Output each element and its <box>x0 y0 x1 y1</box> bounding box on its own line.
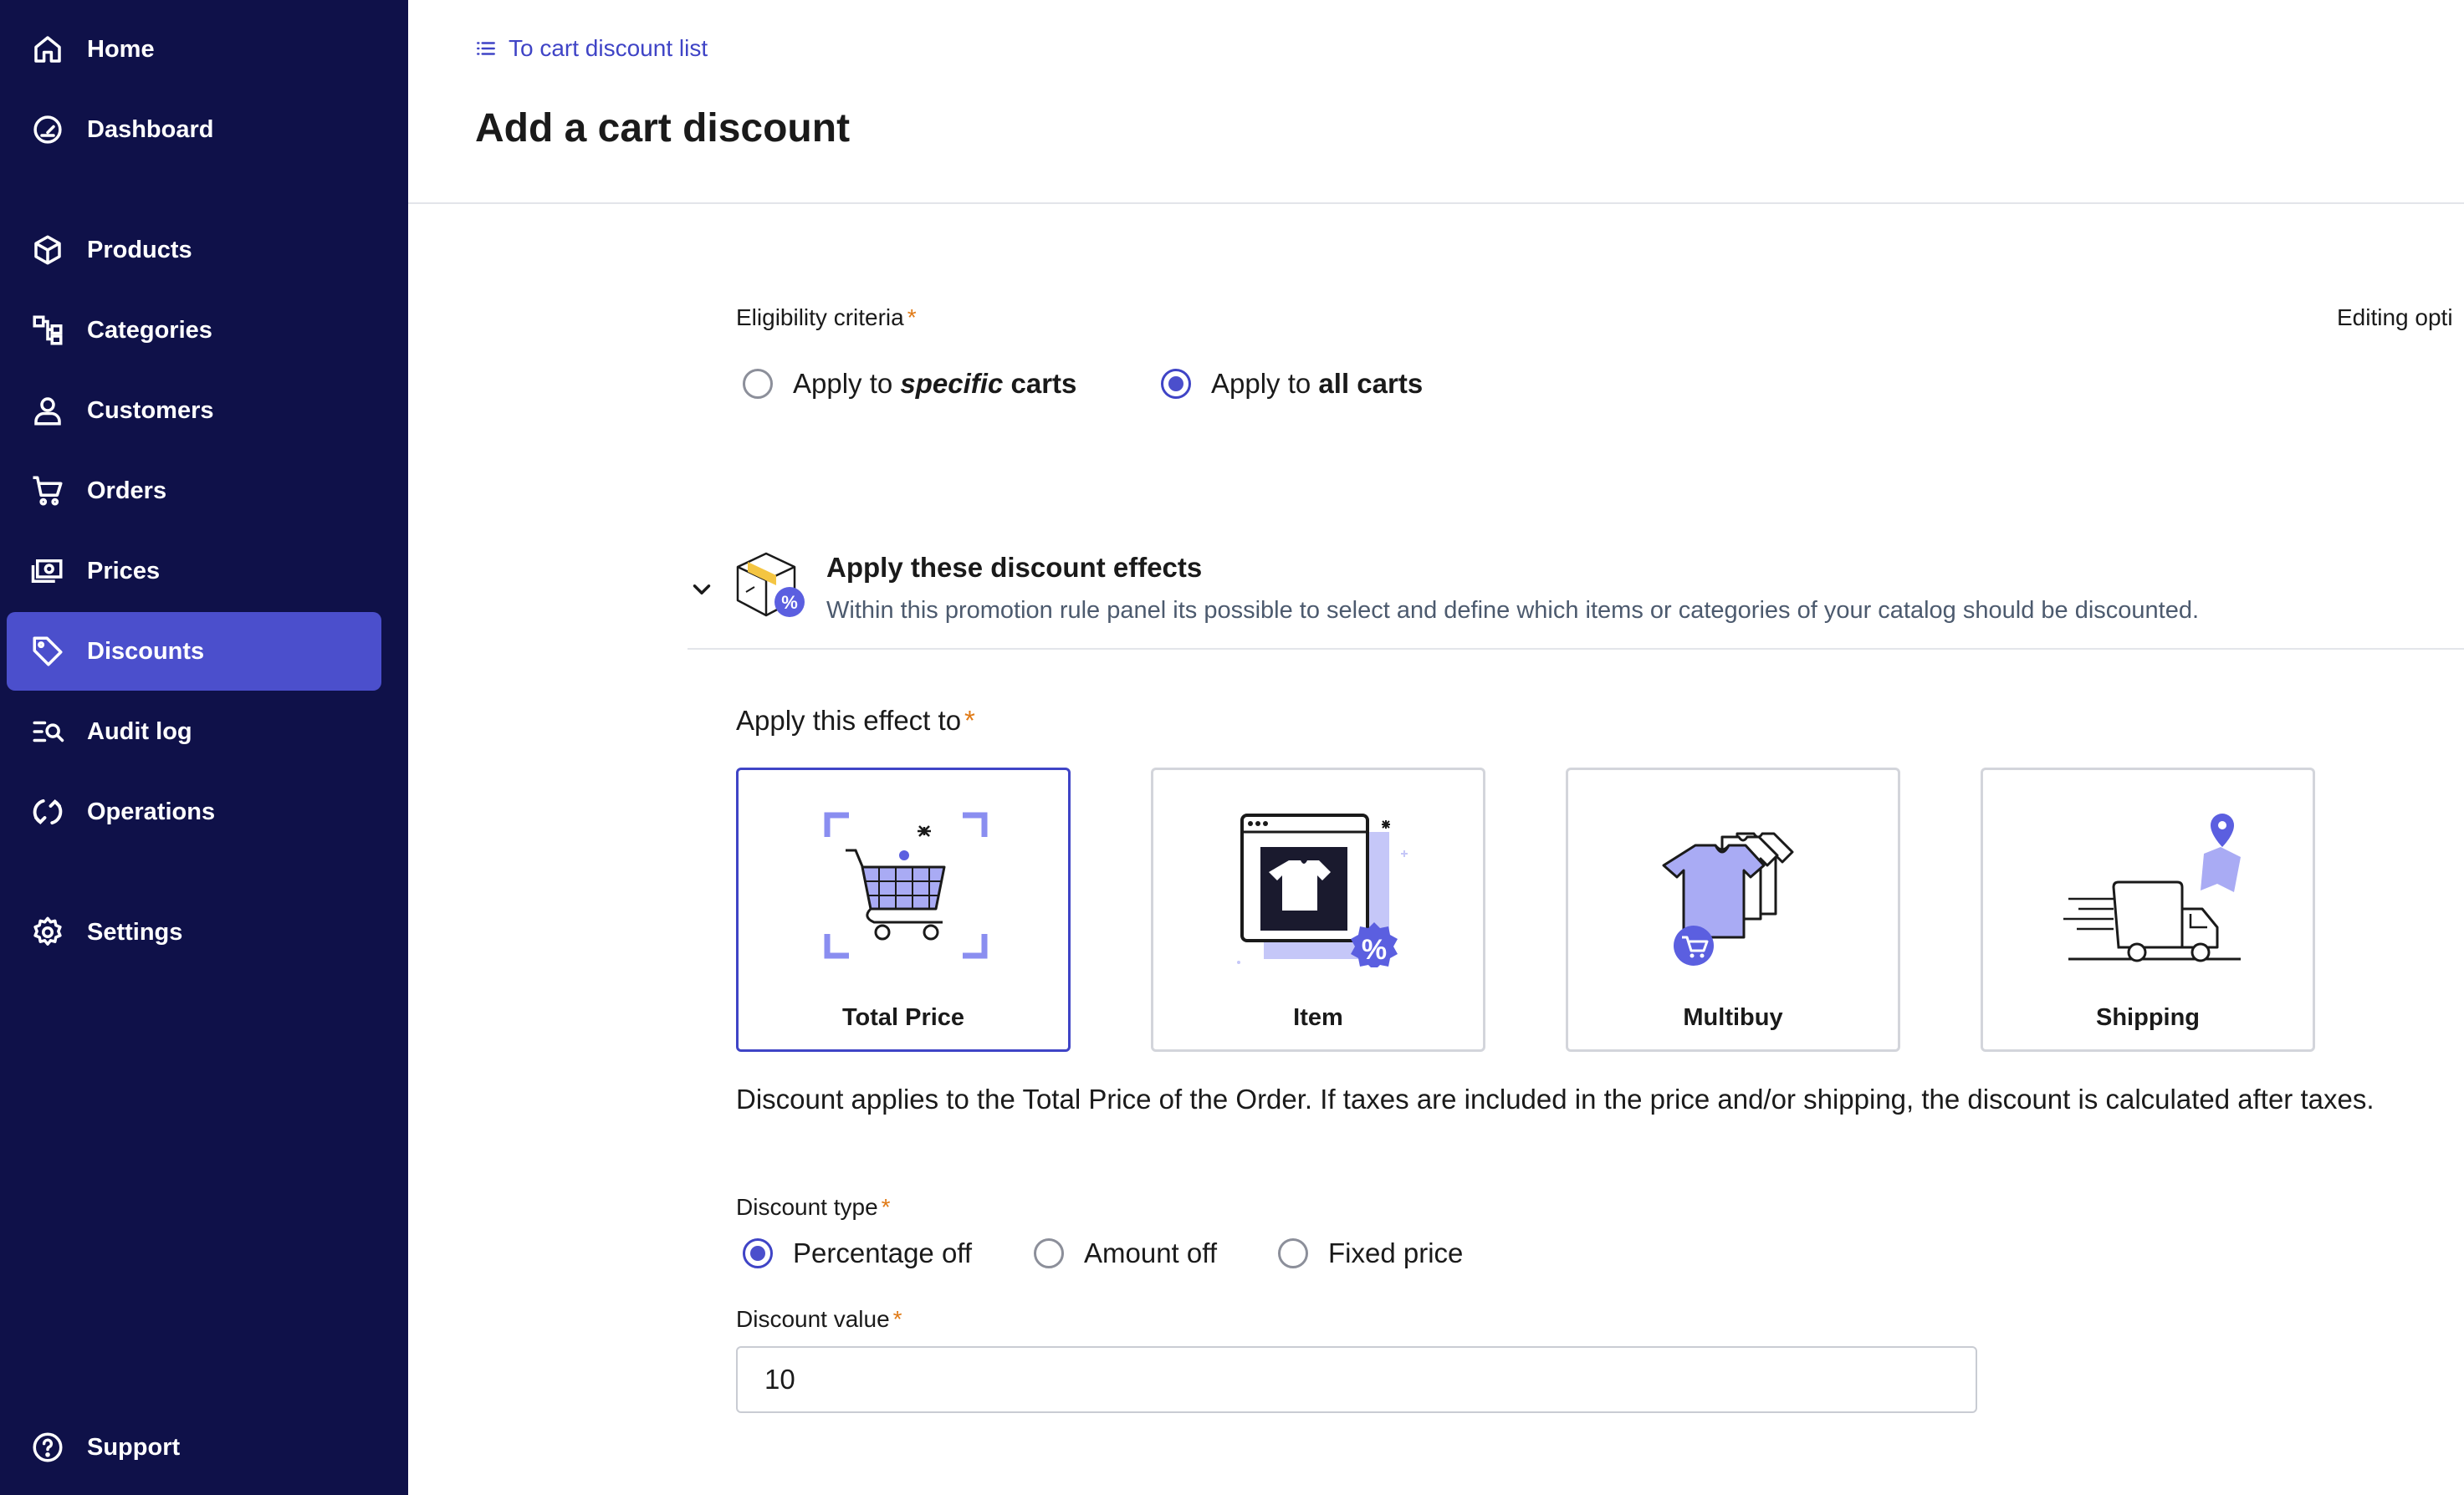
radio-all-carts[interactable]: Apply to all carts <box>1161 368 1423 400</box>
refresh-icon <box>30 794 65 829</box>
effects-title: Apply these discount effects <box>826 552 1203 583</box>
sidebar-item-label: Support <box>87 1433 181 1461</box>
apply-effect-label-text: Apply this effect to <box>736 705 962 736</box>
sidebar-item-label: Categories <box>87 316 212 344</box>
radio-circle[interactable] <box>743 1238 773 1268</box>
sidebar-item-prices[interactable]: Prices <box>7 532 381 610</box>
radio-label: Apply to all carts <box>1211 368 1423 400</box>
editing-options-label: Editing opti <box>2337 304 2453 330</box>
list-icon <box>477 42 495 55</box>
target-card-item[interactable]: % Item <box>1151 768 1485 1052</box>
radio-label-emphasis: specific <box>900 368 1004 399</box>
discount-value-label-text: Discount value <box>736 1306 890 1332</box>
radio-specific-carts[interactable]: Apply to specific carts <box>743 368 1076 400</box>
required-mark: * <box>964 705 975 736</box>
sidebar-item-discounts[interactable]: Discounts <box>7 612 381 691</box>
sidebar-item-products[interactable]: Products <box>7 211 381 289</box>
radio-percentage-off[interactable]: Percentage off <box>743 1237 972 1269</box>
discount-box-icon: % <box>736 552 805 617</box>
sidebar-item-customers[interactable]: Customers <box>7 371 381 450</box>
required-mark: * <box>881 1194 891 1220</box>
home-icon <box>30 32 65 67</box>
back-link-label: To cart discount list <box>509 35 708 61</box>
sidebar-item-audit-log[interactable]: Audit log <box>7 692 381 771</box>
gear-icon <box>30 915 65 950</box>
sidebar-item-home[interactable]: Home <box>7 10 381 89</box>
apply-effect-label: Apply this effect to * <box>736 705 975 737</box>
header-divider <box>408 202 2464 204</box>
sidebar-item-label: Settings <box>87 918 183 946</box>
radio-label-prefix: Apply to <box>1211 368 1319 399</box>
sidebar-item-label: Discounts <box>87 637 205 665</box>
sidebar-item-dashboard[interactable]: Dashboard <box>7 90 381 169</box>
sidebar-item-label: Dashboard <box>87 115 214 143</box>
eligibility-label: Eligibility criteria * <box>736 304 917 331</box>
target-card-total-price[interactable]: Total Price <box>736 768 1071 1052</box>
radio-circle[interactable] <box>1278 1238 1308 1268</box>
money-icon <box>30 554 65 589</box>
required-mark: * <box>907 304 917 330</box>
chevron-down-icon[interactable] <box>688 575 716 604</box>
card-label: Shipping <box>2095 1004 2201 1031</box>
svg-text:%: % <box>781 592 798 613</box>
target-card-multibuy[interactable]: Multibuy <box>1566 768 1900 1052</box>
page-title: Add a cart discount <box>475 106 851 151</box>
help-icon <box>30 1430 65 1465</box>
sidebar-item-label: Operations <box>87 798 216 825</box>
cube-icon <box>30 232 65 268</box>
discount-value-label: Discount value * <box>736 1306 902 1333</box>
effects-divider <box>688 648 2464 650</box>
sidebar-item-orders[interactable]: Orders <box>7 452 381 530</box>
radio-label: Amount off <box>1084 1237 1217 1268</box>
required-mark: * <box>892 1306 902 1332</box>
radio-label-suffix: carts <box>1003 368 1077 399</box>
search-list-icon <box>30 714 65 749</box>
svg-text:%: % <box>1362 934 1387 966</box>
radio-label: Apply to specific carts <box>793 368 1076 400</box>
item-illustration-icon: % <box>1237 814 1408 967</box>
radio-label-prefix: Apply to <box>793 368 901 399</box>
target-card-shipping[interactable]: Shipping <box>1981 768 2315 1052</box>
user-icon <box>30 393 65 428</box>
sidebar-item-label: Customers <box>87 396 214 424</box>
discount-type-label: Discount type * <box>736 1194 891 1221</box>
sidebar-item-label: Home <box>87 35 155 63</box>
sidebar-item-label: Prices <box>87 557 161 584</box>
radio-circle[interactable] <box>743 369 773 399</box>
effects-subtitle: Within this promotion rule panel its pos… <box>826 597 2200 624</box>
card-label: Item <box>1293 1004 1343 1031</box>
radio-circle[interactable] <box>1034 1238 1064 1268</box>
radio-label: Percentage off <box>793 1237 973 1268</box>
sidebar-item-settings[interactable]: Settings <box>7 893 381 972</box>
radio-fixed-price[interactable]: Fixed price <box>1278 1237 1463 1269</box>
cart-illustration-icon <box>824 812 988 959</box>
card-label: Multibuy <box>1683 1004 1783 1031</box>
shipping-illustration-icon <box>2063 814 2241 962</box>
sidebar-item-support[interactable]: Support <box>7 1408 381 1487</box>
sidebar-item-categories[interactable]: Categories <box>7 291 381 370</box>
sidebar-item-operations[interactable]: Operations <box>7 773 381 851</box>
sidebar: Home Dashboard Products Categories Custo… <box>0 0 408 1495</box>
card-label: Total Price <box>841 1004 965 1031</box>
hierarchy-icon <box>30 313 65 348</box>
sidebar-item-label: Products <box>87 236 192 263</box>
discount-type-label-text: Discount type <box>736 1194 878 1220</box>
gauge-icon <box>30 112 65 147</box>
radio-amount-off[interactable]: Amount off <box>1034 1237 1217 1269</box>
sidebar-item-label: Orders <box>87 477 167 504</box>
multibuy-illustration-icon <box>1662 832 1794 966</box>
eligibility-label-text: Eligibility criteria <box>736 304 904 330</box>
radio-label-emphasis: all carts <box>1318 368 1424 399</box>
effect-description: Discount applies to the Total Price of t… <box>736 1084 2375 1115</box>
discount-value-input[interactable]: 10 <box>736 1346 1977 1413</box>
cart-icon <box>30 473 65 508</box>
tag-icon <box>30 634 65 669</box>
radio-circle[interactable] <box>1161 369 1191 399</box>
back-to-list-link[interactable]: To cart discount list <box>475 35 708 62</box>
radio-label: Fixed price <box>1328 1237 1464 1268</box>
sidebar-item-label: Audit log <box>87 717 192 745</box>
